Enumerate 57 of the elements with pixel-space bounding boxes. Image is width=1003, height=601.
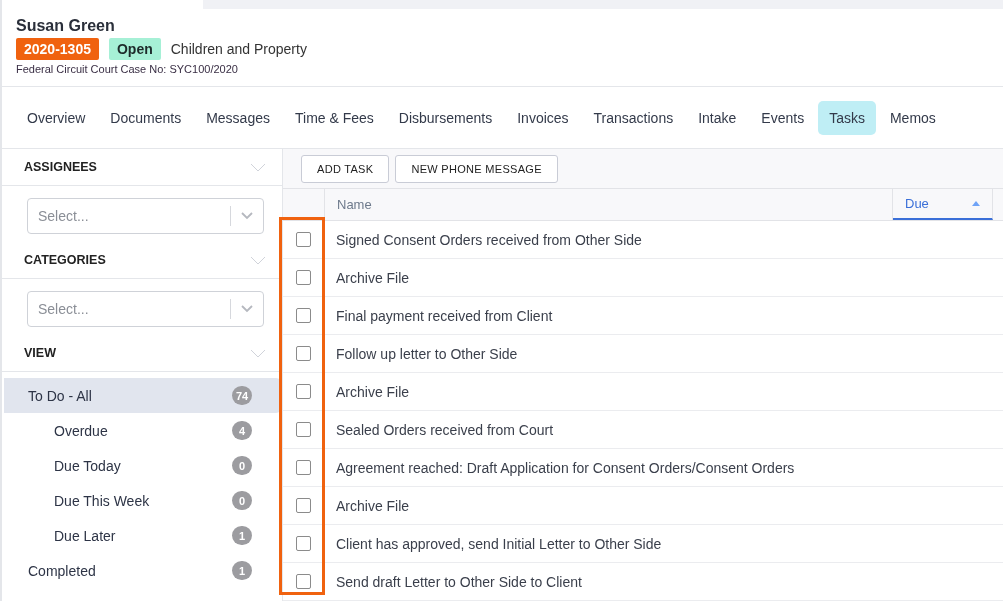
- column-header[interactable]: Name: [325, 189, 893, 220]
- court-case-number: Federal Circuit Court Case No: SYC100/2020: [16, 63, 239, 75]
- task-name: Sealed Orders received from Court: [335, 420, 554, 440]
- toolbar-button[interactable]: NEW PHONE MESSAGE: [395, 154, 558, 183]
- row-checkbox[interactable]: [296, 498, 311, 513]
- count-badge: 1: [232, 526, 252, 545]
- task-name: Final payment received from Client: [335, 306, 553, 326]
- view-item[interactable]: Due This Week 0: [4, 483, 282, 518]
- client-name: Susan Green: [16, 17, 116, 35]
- task-name: Archive File: [335, 382, 410, 402]
- nav-tab[interactable]: Transactions: [582, 100, 685, 135]
- nav-tab[interactable]: Disbursements: [387, 100, 504, 135]
- view-item[interactable]: Completed 1: [4, 553, 282, 588]
- count-badge: 0: [232, 456, 252, 475]
- count-badge: 4: [232, 421, 252, 440]
- view-item[interactable]: To Do - All 74: [4, 378, 282, 413]
- task-name: Signed Consent Orders received from Other Side: [335, 230, 642, 250]
- status-badge: Open: [108, 38, 161, 60]
- sort-up-icon: [972, 201, 980, 206]
- nav-tab[interactable]: Tasks: [818, 100, 876, 135]
- row-checkbox[interactable]: [296, 308, 311, 323]
- section-title: ASSIGNEES: [24, 160, 97, 174]
- toolbar-button[interactable]: ADD TASK: [301, 154, 390, 183]
- row-checkbox[interactable]: [296, 536, 311, 551]
- count-badge: 74: [232, 386, 252, 405]
- row-checkbox[interactable]: [296, 422, 311, 437]
- nav-tab[interactable]: Invoices: [506, 100, 580, 135]
- nav-tab[interactable]: Documents: [99, 100, 193, 135]
- row-checkbox[interactable]: [296, 574, 311, 589]
- matter-type: Children and Property: [170, 41, 307, 57]
- task-name: Follow up letter to Other Side: [335, 344, 518, 364]
- matter-number: 2020-1305: [16, 38, 99, 60]
- row-checkbox[interactable]: [296, 232, 311, 247]
- view-item[interactable]: Overdue 4: [4, 413, 282, 448]
- caret-down-icon[interactable]: [241, 212, 253, 220]
- view-item[interactable]: Due Today 0: [4, 448, 282, 483]
- row-checkbox[interactable]: [296, 384, 311, 399]
- row-checkbox[interactable]: [296, 270, 311, 285]
- view-item[interactable]: Due Later 1: [4, 518, 282, 553]
- nav-tab[interactable]: Messages: [195, 100, 281, 135]
- section-title: CATEGORIES: [24, 253, 106, 267]
- count-badge: 0: [232, 491, 252, 510]
- section-title: VIEW: [24, 346, 56, 360]
- caret-down-icon[interactable]: [241, 305, 253, 313]
- task-name: Send draft Letter to Other Side to Client: [335, 572, 582, 592]
- nav-tab[interactable]: Events: [750, 100, 816, 135]
- count-badge: 1: [232, 561, 252, 580]
- nav-tab[interactable]: Intake: [687, 100, 748, 135]
- task-name: Agreement reached: Draft Application for Consent Orders/Consent Orders: [335, 458, 795, 478]
- task-name: Client has approved, send Initial Letter to Other Side: [335, 534, 662, 554]
- task-name: Archive File: [335, 496, 410, 516]
- task-name: Archive File: [335, 268, 410, 288]
- nav-tab[interactable]: Overview: [16, 100, 97, 135]
- row-checkbox[interactable]: [296, 460, 311, 475]
- nav-tab[interactable]: Memos: [878, 100, 947, 135]
- nav-tab[interactable]: Time & Fees: [284, 100, 385, 135]
- row-checkbox[interactable]: [296, 346, 311, 361]
